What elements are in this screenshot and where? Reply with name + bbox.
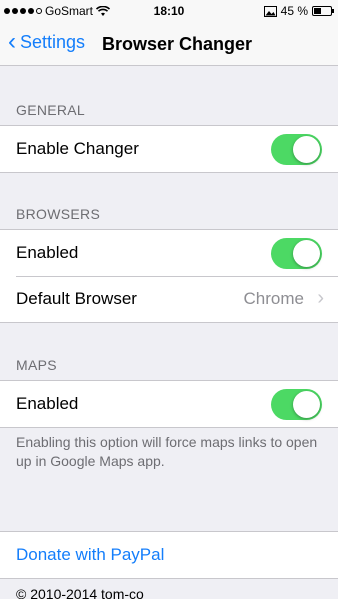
navigation-bar: ‹ Settings Browser Changer [0, 22, 338, 66]
toggle-knob [293, 240, 320, 267]
enable-changer-toggle[interactable] [271, 134, 322, 165]
enable-changer-label: Enable Changer [16, 139, 139, 158]
general-group: Enable Changer [0, 125, 338, 173]
maps-enabled-label: Enabled [16, 394, 79, 413]
browsers-enabled-label: Enabled [16, 243, 79, 262]
enable-changer-row: Enable Changer [0, 126, 338, 172]
back-button[interactable]: ‹ Settings [8, 27, 86, 55]
toggle-knob [293, 136, 320, 163]
page-title: Browser Changer [102, 34, 253, 54]
section-header-browsers: BROWSERS [16, 206, 101, 222]
copyright-text: © 2010-2014 tom-co [16, 586, 144, 599]
maps-enabled-toggle[interactable] [271, 389, 322, 420]
chevron-right-icon: › [317, 287, 324, 309]
section-header-maps: MAPS [16, 357, 57, 373]
browsers-enabled-toggle[interactable] [271, 238, 322, 269]
default-browser-label: Default Browser [16, 289, 137, 308]
maps-footnote: Enabling this option will force maps lin… [16, 434, 318, 469]
default-browser-value: Chrome [243, 289, 304, 308]
browsers-group: Enabled Default Browser Chrome › [0, 229, 338, 323]
donate-row[interactable]: Donate with PayPal [0, 532, 338, 578]
donate-paypal-link[interactable]: Donate with PayPal [16, 545, 164, 565]
back-label: Settings [20, 32, 86, 52]
status-bar: GoSmart 18:10 45 % [0, 0, 338, 22]
default-browser-row[interactable]: Default Browser Chrome › [0, 276, 338, 322]
battery-icon [312, 6, 334, 16]
battery-percent: 45 % [280, 4, 308, 18]
donate-group: Donate with PayPal [0, 531, 338, 579]
maps-enabled-row: Enabled [0, 381, 338, 427]
section-header-general: GENERAL [16, 102, 86, 118]
toggle-knob [293, 391, 320, 418]
maps-group: Enabled [0, 380, 338, 428]
image-icon [263, 5, 277, 17]
browsers-enabled-row: Enabled [0, 230, 338, 276]
chevron-left-icon: ‹ [8, 27, 16, 55]
battery-status: 45 % [263, 4, 334, 18]
